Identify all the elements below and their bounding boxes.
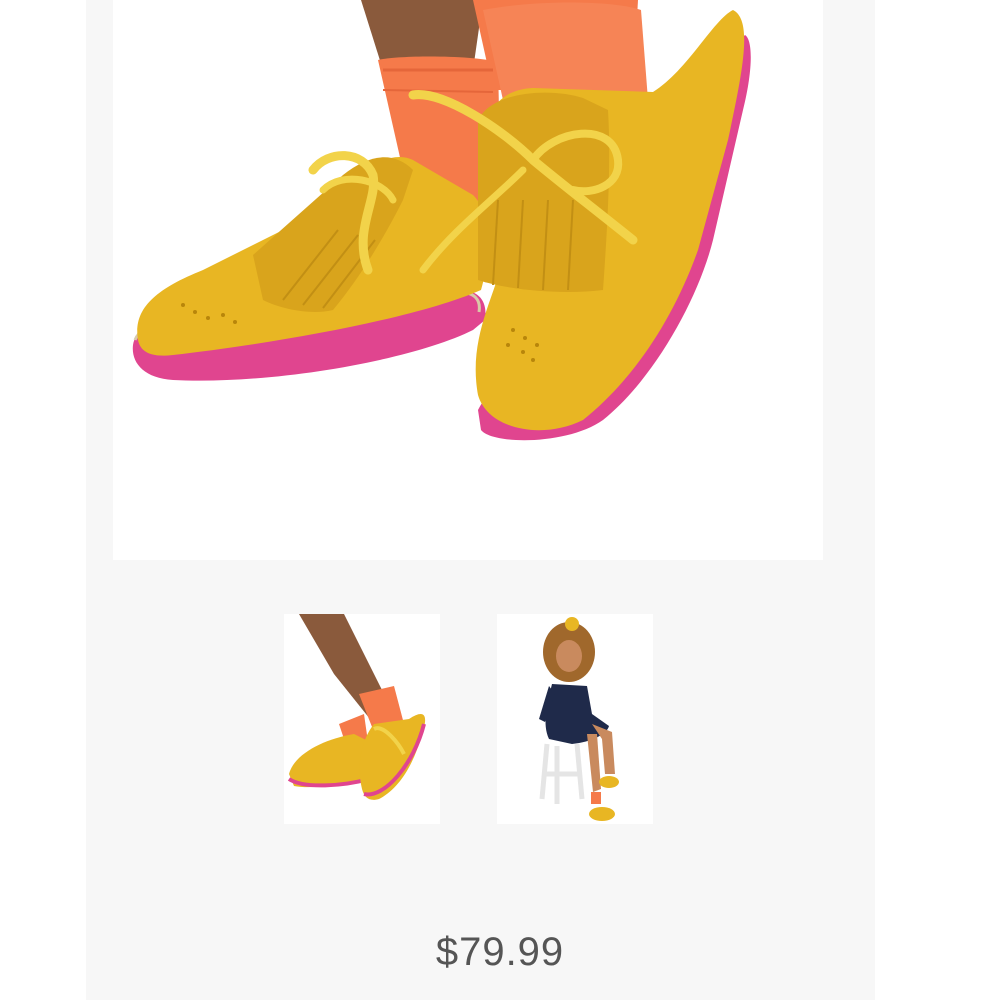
shoes-closeup-thumbnail-image	[284, 614, 440, 824]
yellow-suede-shoes-illustration	[113, 0, 823, 560]
model-sitting-thumbnail-image	[497, 614, 653, 824]
main-product-image[interactable]	[113, 0, 823, 560]
product-price: $79.99	[435, 930, 565, 974]
thumbnail-shoes-closeup[interactable]	[284, 614, 440, 824]
product-page: $79.99	[0, 0, 1000, 1000]
thumbnail-model-sitting[interactable]	[497, 614, 653, 824]
